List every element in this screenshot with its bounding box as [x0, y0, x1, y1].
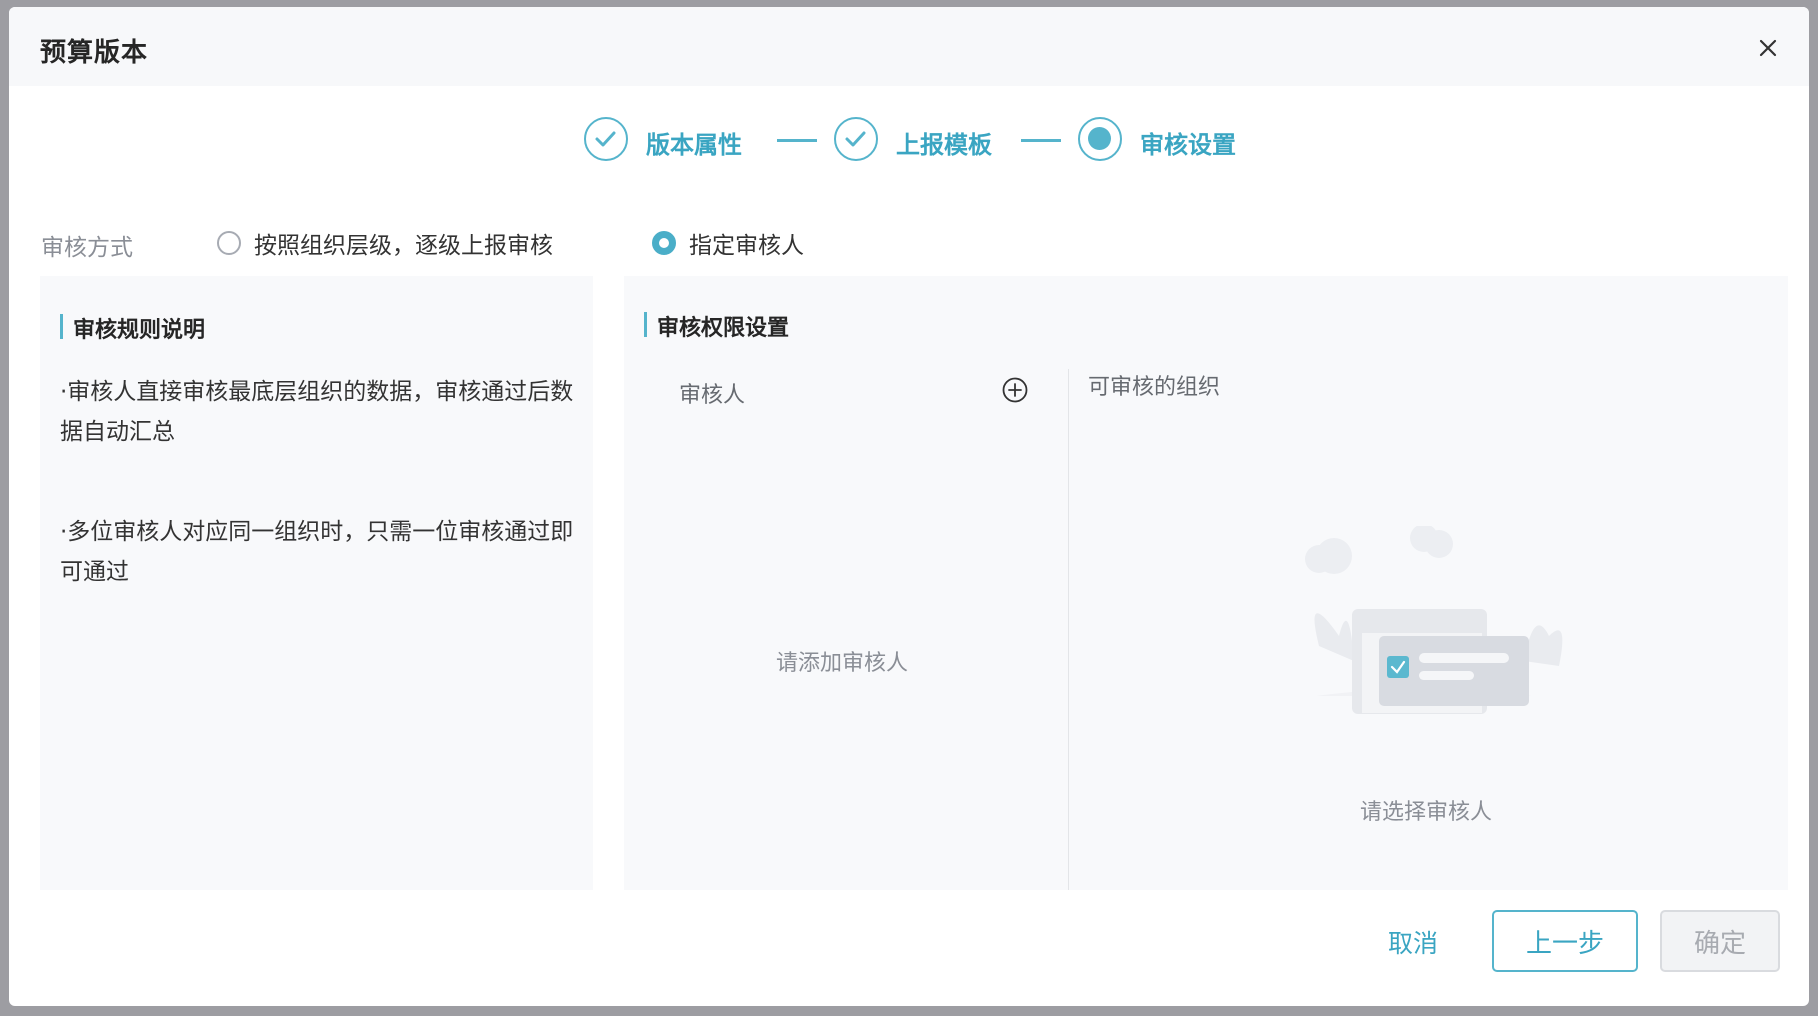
- step-1-check-icon: [584, 117, 628, 161]
- organization-empty-text: 请选择审核人: [1360, 800, 1493, 825]
- add-reviewer-button[interactable]: [1001, 376, 1029, 404]
- radio-hierarchical-review[interactable]: 按照组织层级，逐级上报审核: [217, 228, 553, 259]
- step-indicator: 版本属性 上报模板 审核设置: [584, 117, 1284, 169]
- previous-step-button[interactable]: 上一步: [1492, 910, 1638, 972]
- radio-designated-reviewer[interactable]: 指定审核人: [652, 228, 804, 259]
- empty-state-illustration: [1224, 526, 1624, 746]
- radio-label: 按照组织层级，逐级上报审核: [254, 233, 553, 259]
- rule-item: ·审核人直接审核最底层组织的数据，审核通过后数据自动汇总: [60, 379, 574, 445]
- dialog-header: 预算版本: [9, 7, 1809, 86]
- reviewer-empty-text: 请添加审核人: [776, 651, 909, 676]
- close-button[interactable]: [1755, 35, 1781, 61]
- organization-column-header: 可审核的组织: [1088, 375, 1221, 400]
- radio-checked-icon: [652, 231, 676, 255]
- budget-version-dialog: 预算版本 版本属性 上报模板 审核设置 审核方式 按照组织层级，逐级上报审核 指…: [9, 7, 1809, 1006]
- column-divider: [1068, 369, 1069, 890]
- step-1-label: 版本属性: [646, 131, 742, 159]
- step-3-dot-icon: [1078, 117, 1122, 161]
- step-2-label: 上报模板: [896, 131, 992, 159]
- step-2-check-icon: [834, 117, 878, 161]
- permissions-panel: 审核权限设置 审核人 请添加审核人 可审核的组织 请选择审核人: [624, 276, 1788, 890]
- rule-item: ·多位审核人对应同一组织时，只需一位审核通过即可通过: [60, 519, 574, 585]
- rules-panel: 审核规则说明 ·审核人直接审核最底层组织的数据，审核通过后数据自动汇总 ·多位审…: [40, 276, 593, 890]
- permissions-title: 审核权限设置: [644, 310, 789, 342]
- step-connector: [777, 139, 817, 142]
- dialog-title: 预算版本: [40, 38, 149, 68]
- close-icon: [1759, 39, 1777, 57]
- review-mode-label: 审核方式: [41, 235, 133, 261]
- radio-label: 指定审核人: [689, 233, 804, 259]
- reviewer-column-header: 审核人: [679, 383, 746, 408]
- step-connector: [1021, 139, 1061, 142]
- confirm-button[interactable]: 确定: [1660, 910, 1780, 972]
- radio-unchecked-icon: [217, 231, 241, 255]
- rules-title: 审核规则说明: [60, 312, 205, 344]
- cancel-button[interactable]: 取消: [1388, 924, 1438, 960]
- step-3-label: 审核设置: [1140, 131, 1236, 159]
- plus-circle-icon: [1002, 377, 1028, 403]
